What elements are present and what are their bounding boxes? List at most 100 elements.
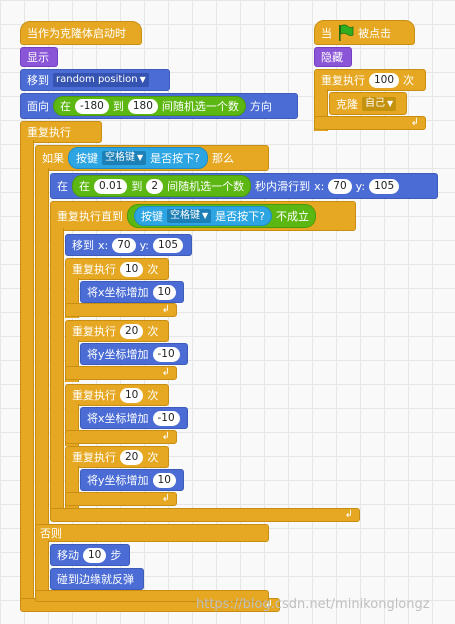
goto-xy-label: 移到 [72, 239, 94, 252]
repeat-20-block-1[interactable]: 重复执行 20 次 [65, 320, 169, 342]
glide-block[interactable]: 在 在 0.01 到 2 间随机选一个数 秒内滑行到 x: 70 y: 105 [50, 173, 438, 199]
until-arm [50, 228, 64, 518]
repeat-unit: 次 [147, 451, 159, 464]
clone-target-dropdown[interactable]: 自己 ▼ [362, 96, 397, 111]
until-key-label: 按键 [141, 210, 163, 223]
pick-max-input[interactable]: 180 [127, 98, 158, 114]
key-dropdown[interactable]: 空格键 ▼ [102, 151, 147, 165]
forever-label: 重复执行 [27, 126, 71, 139]
glide-y-input[interactable]: 105 [369, 178, 400, 194]
key-label: 按键 [76, 152, 98, 165]
change-x-label: 将x坐标增加 [87, 412, 149, 425]
show-label: 显示 [27, 51, 49, 64]
repeat-bottom-flag: ↲ [314, 116, 426, 130]
if-arm [35, 168, 49, 528]
repeat-bottom-4: ↲ [65, 492, 177, 506]
glide-pick-label: 间随机选一个数 [167, 180, 245, 193]
repeat-100-block[interactable]: 重复执行 100 次 [314, 69, 426, 91]
repeat-count-input[interactable]: 10 [120, 261, 144, 277]
repeat-count-input[interactable]: 10 [120, 387, 144, 403]
glide-max-input[interactable]: 2 [146, 178, 164, 194]
repeat-unit: 次 [403, 74, 415, 87]
pressed-label: 是否按下? [150, 152, 200, 165]
point-direction-block[interactable]: 面向 在 -180 到 180 间随机选一个数 方向 [20, 93, 298, 119]
move-label: 移动 [57, 549, 79, 562]
when-flag-clicked-hat[interactable]: 当 被点击 [314, 20, 415, 45]
repeat-label: 重复执行 [72, 263, 116, 276]
glide-x-input[interactable]: 70 [328, 178, 352, 194]
green-flag-icon [339, 23, 354, 41]
if-else-block[interactable]: 如果 按键 空格键 ▼ 是否按下? 那么 [35, 145, 269, 171]
glide-pick-in: 在 [79, 180, 90, 193]
not-label: 不成立 [276, 210, 309, 223]
clone-label: 克隆 [336, 97, 358, 111]
repeat-bottom-1: ↲ [65, 303, 177, 317]
if-label: 如果 [42, 152, 64, 165]
hide-block[interactable]: 隐藏 [314, 47, 352, 67]
loop-arrow-icon: ↲ [344, 509, 353, 520]
repeat-label: 重复执行 [72, 325, 116, 338]
change-y-block-2[interactable]: 将y坐标增加 10 [80, 469, 184, 491]
until-pressed-label: 是否按下? [215, 210, 265, 223]
until-key-dropdown[interactable]: 空格键 ▼ [167, 209, 212, 223]
repeat-10-block-1[interactable]: 重复执行 10 次 [65, 258, 169, 280]
pick-to-label: 到 [112, 100, 124, 113]
goto-x-input[interactable]: 70 [112, 237, 136, 253]
hide-label: 隐藏 [321, 51, 343, 64]
show-block[interactable]: 显示 [20, 47, 58, 67]
bounce-block[interactable]: 碰到边缘就反弹 [50, 568, 144, 590]
loop-arrow-icon: ↲ [410, 117, 419, 128]
change-y-block-1[interactable]: 将y坐标增加 -10 [80, 343, 188, 365]
hat-label: 当作为克隆体启动时 [27, 27, 126, 40]
repeat-10-block-2[interactable]: 重复执行 10 次 [65, 384, 169, 406]
pick-min-input[interactable]: -180 [75, 98, 109, 114]
pick-in-label: 在 [60, 100, 71, 113]
else-arm [35, 540, 49, 595]
change-x-label: 将x坐标增加 [87, 286, 149, 299]
direction-label: 方向 [249, 100, 272, 113]
else-label-bar: 否则 [35, 524, 269, 542]
repeat-until-block[interactable]: 重复执行直到 按键 空格键 ▼ 是否按下? 不成立 [50, 201, 356, 231]
move-steps-block[interactable]: 移动 10 步 [50, 544, 130, 566]
goto-y-input[interactable]: 105 [153, 237, 184, 253]
change-x-input[interactable]: 10 [152, 284, 176, 300]
change-x-input[interactable]: -10 [152, 410, 180, 426]
repeat-bottom-3: ↲ [65, 430, 177, 444]
glide-in-label: 在 [57, 180, 68, 193]
goto-x-label: x: [98, 238, 109, 252]
key-pressed-sensor[interactable]: 按键 空格键 ▼ 是否按下? [68, 147, 208, 169]
not-operator[interactable]: 按键 空格键 ▼ 是否按下? 不成立 [127, 204, 316, 228]
goto-random-block[interactable]: 移到 random position ▼ [20, 69, 170, 91]
change-y-label: 将y坐标增加 [87, 348, 149, 361]
change-x-block-1[interactable]: 将x坐标增加 10 [80, 281, 184, 303]
move-steps-input[interactable]: 10 [83, 547, 107, 563]
loop-arrow-icon: ↲ [161, 431, 170, 442]
point-label: 面向 [27, 100, 49, 113]
create-clone-block[interactable]: 克隆 自己 ▼ [329, 92, 407, 115]
repeat-unit: 次 [147, 263, 159, 276]
pick-random-operator[interactable]: 在 -180 到 180 间随机选一个数 [53, 96, 246, 116]
until-bottom: ↲ [50, 508, 360, 522]
glide-pick-random[interactable]: 在 0.01 到 2 间随机选一个数 [72, 175, 252, 197]
change-y-input[interactable]: -10 [152, 346, 180, 362]
repeat-count-input[interactable]: 100 [369, 72, 400, 88]
change-x-block-2[interactable]: 将x坐标增加 -10 [80, 407, 188, 429]
repeat-label: 重复执行 [72, 389, 116, 402]
repeat-label: 重复执行 [72, 451, 116, 464]
when-clone-start-hat[interactable]: 当作为克隆体启动时 [20, 21, 142, 45]
until-label: 重复执行直到 [57, 210, 123, 223]
goto-target-dropdown[interactable]: random position ▼ [53, 73, 149, 87]
forever-arm [20, 140, 34, 610]
repeat-20-block-2[interactable]: 重复执行 20 次 [65, 446, 169, 468]
change-y-input[interactable]: 10 [152, 472, 176, 488]
repeat-count-input[interactable]: 20 [120, 323, 144, 339]
repeat-label: 重复执行 [321, 74, 365, 87]
dropdown-triangle-icon: ▼ [202, 211, 209, 220]
repeat-count-input[interactable]: 20 [120, 449, 144, 465]
until-key-pressed-sensor[interactable]: 按键 空格键 ▼ 是否按下? [134, 206, 272, 226]
loop-arrow-icon: ↲ [161, 493, 170, 504]
goto-xy-block[interactable]: 移到 x: 70 y: 105 [65, 234, 192, 256]
glide-min-input[interactable]: 0.01 [94, 178, 128, 194]
bounce-label: 碰到边缘就反弹 [57, 573, 134, 586]
dropdown-triangle-icon: ▼ [137, 153, 144, 162]
